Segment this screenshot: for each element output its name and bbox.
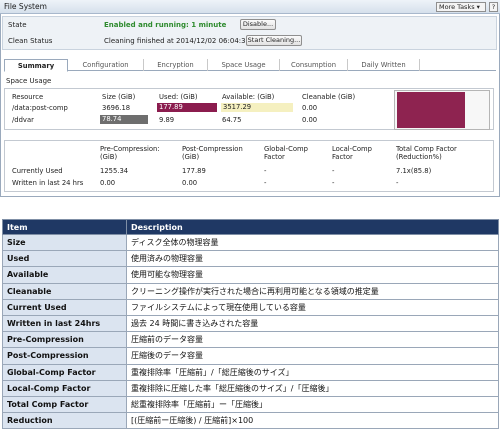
tab-consumption[interactable]: Consumption xyxy=(280,59,348,71)
panel-title-bar: File System xyxy=(0,0,500,14)
glossary-item: Reduction xyxy=(2,412,127,430)
glossary-item: Total Comp Factor xyxy=(2,395,127,414)
row-local: - xyxy=(332,167,335,175)
glossary-item: Current Used xyxy=(2,298,127,316)
glossary-item: Cleanable xyxy=(2,282,127,300)
glossary-item: Used xyxy=(2,250,127,268)
col-cleanable: Cleanable (GiB) xyxy=(302,93,356,101)
row-cleanable: 0.00 xyxy=(302,116,318,124)
table-row: Current Used ファイルシステムによって現在使用している容量 xyxy=(2,298,499,316)
row-resource: /ddvar xyxy=(12,116,34,124)
col-post-compression: Post-Compression (GiB) xyxy=(182,145,243,161)
row-available: 64.75 xyxy=(222,116,242,124)
row-post: 177.89 xyxy=(182,167,206,175)
space-usage-title: Space Usage xyxy=(6,77,52,85)
clean-status-value: Cleaning finished at 2014/12/02 06:04:38 xyxy=(104,37,251,45)
row-used: 9.89 xyxy=(159,116,175,124)
state-value: Enabled and running: 1 minute xyxy=(104,21,227,29)
row-pre: 0.00 xyxy=(100,179,116,187)
tab-encryption[interactable]: Encryption xyxy=(144,59,208,71)
help-button[interactable]: ? xyxy=(489,2,498,12)
tab-space-usage[interactable]: Space Usage xyxy=(208,59,280,71)
glossary-description: 使用済みの物理容量 xyxy=(126,250,499,268)
table-row: Global-Comp Factor 重複排除率「圧縮前」/「総圧縮後のサイズ」 xyxy=(2,363,499,381)
row-post: 0.00 xyxy=(182,179,198,187)
glossary-description: ディスク全体の物理容量 xyxy=(126,233,499,252)
table-row: Post-Compression 圧縮後のデータ容量 xyxy=(2,347,499,365)
row-global: - xyxy=(264,179,267,187)
table-row: Available 使用可能な物理容量 xyxy=(2,266,499,284)
table-row: Size ディスク全体の物理容量 xyxy=(2,233,499,252)
clean-status-label: Clean Status xyxy=(8,37,53,45)
row-total: - xyxy=(396,179,399,187)
glossary-description: [(圧縮前ー圧縮後) / 圧縮前]×100 xyxy=(126,412,499,430)
col-total-comp: Total Comp Factor (Reduction%) xyxy=(396,145,457,161)
col-local-comp: Local-Comp Factor xyxy=(332,145,372,161)
row-global: - xyxy=(264,167,267,175)
row-label: Written in last 24 hrs xyxy=(12,179,84,187)
col-available: Available: (GiB) xyxy=(222,93,275,101)
glossary-item: Global-Comp Factor xyxy=(2,363,127,381)
table-row: Used 使用済みの物理容量 xyxy=(2,250,499,268)
state-label: State xyxy=(8,21,27,29)
row-pre: 1255.34 xyxy=(100,167,129,175)
disable-button[interactable]: Disable... xyxy=(240,19,276,30)
table-row: Total Comp Factor 総重複排除率「圧縮前」ー「圧縮後」 xyxy=(2,395,499,414)
tab-summary[interactable]: Summary xyxy=(4,59,68,72)
start-cleaning-button[interactable]: Start Cleaning... xyxy=(246,35,302,46)
col-used: Used: (GiB) xyxy=(159,93,198,101)
glossary-description: 重複排除に圧縮した率「総圧縮後のサイズ」/「圧縮後」 xyxy=(126,379,499,397)
glossary-description: クリーニング操作が実行された場合に再利用可能となる領域の推定量 xyxy=(126,282,499,300)
glossary-item: Post-Compression xyxy=(2,347,127,365)
table-row: Written in last 24hrs 過去 24 時間に書き込みされた容量 xyxy=(2,314,499,333)
glossary-item: Written in last 24hrs xyxy=(2,314,127,333)
col-size: Size (GiB) xyxy=(102,93,136,101)
glossary-item: Local-Comp Factor xyxy=(2,379,127,397)
glossary-description: 圧縮後のデータ容量 xyxy=(126,347,499,365)
row-cleanable: 0.00 xyxy=(302,104,318,112)
glossary-description: 使用可能な物理容量 xyxy=(126,266,499,284)
size-value-highlight: 78.74 xyxy=(100,115,148,124)
tab-daily-written[interactable]: Daily Written xyxy=(348,59,420,71)
glossary-description: ファイルシステムによって現在使用している容量 xyxy=(126,298,499,316)
table-row: Reduction [(圧縮前ー圧縮後) / 圧縮前]×100 xyxy=(2,412,499,430)
glossary-description: 重複排除率「圧縮前」/「総圧縮後のサイズ」 xyxy=(126,363,499,381)
more-tasks-button[interactable]: More Tasks ▾ xyxy=(436,2,486,12)
glossary-description: 過去 24 時間に書き込みされた容量 xyxy=(126,314,499,333)
glossary-item: Available xyxy=(2,266,127,284)
used-value-highlight: 177.89 xyxy=(157,103,217,112)
table-row: Local-Comp Factor 重複排除に圧縮した率「総圧縮後のサイズ」/「圧… xyxy=(2,379,499,397)
glossary-item: Size xyxy=(2,233,127,252)
glossary-header-row: Item Description xyxy=(2,219,499,235)
col-resource: Resource xyxy=(12,93,44,101)
usage-gauge-fill xyxy=(397,92,465,128)
glossary-header-description: Description xyxy=(126,219,499,235)
glossary-description: 総重複排除率「圧縮前」ー「圧縮後」 xyxy=(126,395,499,414)
row-total: 7.1x(85.8) xyxy=(396,167,432,175)
row-resource: /data:post-comp xyxy=(12,104,68,112)
col-pre-compression: Pre-Compression: (GiB) xyxy=(100,145,160,161)
row-size: 3696.18 xyxy=(102,104,131,112)
table-row: Pre-Compression 圧縮前のデータ容量 xyxy=(2,331,499,349)
glossary-item: Pre-Compression xyxy=(2,331,127,349)
glossary-header-item: Item xyxy=(2,219,127,235)
glossary-description: 圧縮前のデータ容量 xyxy=(126,331,499,349)
table-row: Cleanable クリーニング操作が実行された場合に再利用可能となる領域の推定量 xyxy=(2,282,499,300)
tab-configuration[interactable]: Configuration xyxy=(68,59,144,71)
row-local: - xyxy=(332,179,335,187)
row-label: Currently Used xyxy=(12,167,63,175)
col-global-comp: Global-Comp Factor xyxy=(264,145,308,161)
glossary-table: Item Description Size ディスク全体の物理容量 Used 使用済… xyxy=(2,219,499,430)
panel-title: File System xyxy=(4,2,47,11)
available-value-highlight: 3517.29 xyxy=(221,103,293,112)
